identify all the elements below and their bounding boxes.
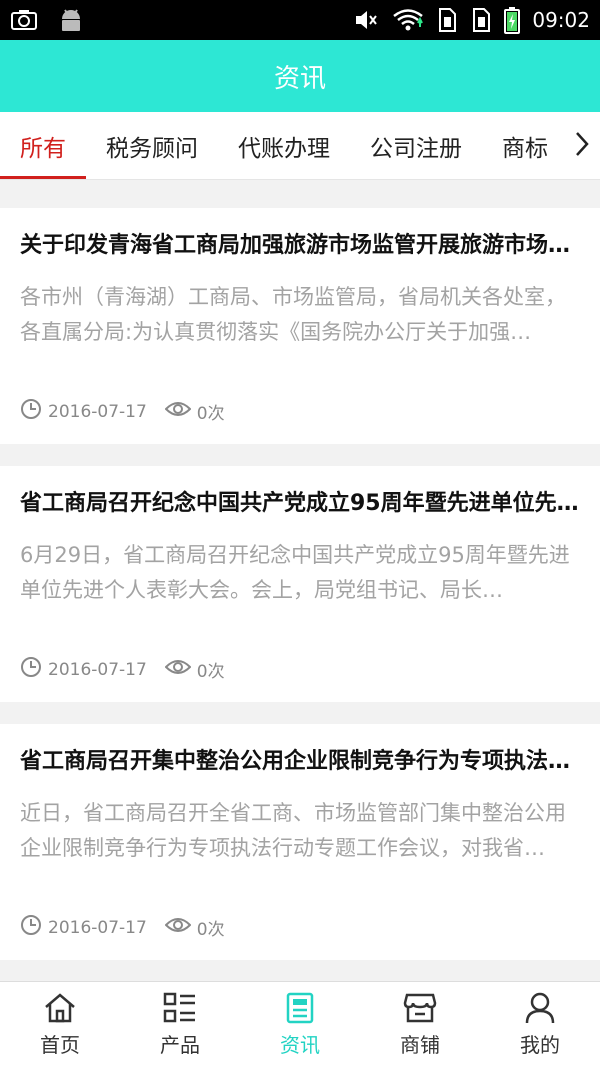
- article-card[interactable]: 关于印发青海省工商局加强旅游市场监管开展旅游市场秩序专项整治工作方案的通知 各市…: [0, 208, 600, 444]
- tab-label: 代账办理: [238, 135, 330, 162]
- nav-label: 商铺: [400, 1033, 440, 1057]
- article-meta: 2016-07-17 0次: [20, 914, 580, 941]
- nav-label: 我的: [520, 1033, 560, 1057]
- eye-icon: [164, 916, 192, 939]
- eye-icon: [164, 400, 192, 423]
- category-tabs: 所有 税务顾问 代账办理 公司注册 商标: [0, 112, 600, 180]
- tab-bookkeeping[interactable]: 代账办理: [218, 112, 350, 179]
- nav-profile[interactable]: 我的: [480, 982, 600, 1067]
- date-meta: 2016-07-17: [20, 398, 147, 425]
- tab-label: 税务顾问: [106, 135, 198, 162]
- wifi-icon: [392, 7, 424, 33]
- article-card[interactable]: 省工商局召开集中整治公用企业限制竞争行为专项执法行动专题工作会议 近日，省工商局…: [0, 724, 600, 960]
- article-card[interactable]: 省工商局召开纪念中国共产党成立95周年暨先进单位先进个人表彰大会 6月29日，省…: [0, 466, 600, 702]
- article-meta: 2016-07-17 0次: [20, 398, 580, 425]
- battery-charging-icon: [504, 6, 521, 34]
- nav-label: 产品: [160, 1033, 200, 1057]
- nav-label: 首页: [40, 1033, 80, 1057]
- article-views: 0次: [196, 404, 225, 424]
- tab-label: 商标: [502, 135, 548, 162]
- sim1-icon: [436, 7, 458, 33]
- status-time: 09:02: [532, 8, 590, 32]
- article-title: 关于印发青海省工商局加强旅游市场监管开展旅游市场秩序专项整治工作方案的通知: [20, 233, 580, 258]
- chevron-right-icon: [574, 130, 590, 162]
- tab-label: 所有: [20, 135, 66, 162]
- tabs-scroll-button[interactable]: [556, 112, 600, 179]
- article-views: 0次: [196, 662, 225, 682]
- article-summary: 各市州（青海湖）工商局、市场监管局，省局机关各处室，各直属分局:为认真贯彻落实《…: [20, 285, 566, 344]
- nav-label: 资讯: [280, 1033, 320, 1057]
- views-meta: 0次: [164, 657, 225, 682]
- nav-home[interactable]: 首页: [0, 982, 120, 1067]
- article-views: 0次: [196, 920, 225, 940]
- nav-products[interactable]: 产品: [120, 982, 240, 1067]
- tab-label: 公司注册: [370, 135, 462, 162]
- article-meta: 2016-07-17 0次: [20, 656, 580, 683]
- tab-all[interactable]: 所有: [0, 112, 86, 179]
- volume-mute-icon: [354, 8, 380, 32]
- nav-shop[interactable]: 商铺: [360, 982, 480, 1067]
- shop-icon: [403, 991, 437, 1025]
- clock-icon: [20, 398, 42, 425]
- article-list: 关于印发青海省工商局加强旅游市场监管开展旅游市场秩序专项整治工作方案的通知 各市…: [0, 208, 600, 982]
- android-icon: [58, 7, 84, 33]
- article-date: 2016-07-17: [48, 401, 147, 422]
- views-meta: 0次: [164, 915, 225, 940]
- eye-icon: [164, 658, 192, 681]
- sim2-icon: [470, 7, 492, 33]
- article-date: 2016-07-17: [48, 917, 147, 938]
- article-title: 省工商局召开纪念中国共产党成立95周年暨先进单位先进个人表彰大会: [20, 491, 580, 516]
- screenshot-icon: [10, 8, 38, 32]
- views-meta: 0次: [164, 399, 225, 424]
- nav-news[interactable]: 资讯: [240, 982, 360, 1067]
- date-meta: 2016-07-17: [20, 656, 147, 683]
- status-bar: 09:02: [0, 0, 600, 40]
- article-summary: 6月29日，省工商局召开纪念中国共产党成立95周年暨先进单位先进个人表彰大会。会…: [20, 543, 570, 602]
- tab-company-registration[interactable]: 公司注册: [350, 112, 482, 179]
- article-date: 2016-07-17: [48, 659, 147, 680]
- bottom-nav: 首页 产品 资讯 商铺 我的: [0, 981, 600, 1067]
- home-icon: [43, 991, 77, 1025]
- tab-tax-advisor[interactable]: 税务顾问: [86, 112, 218, 179]
- article-summary: 近日，省工商局召开全省工商、市场监管部门集中整治公用企业限制竞争行为专项执法行动…: [20, 801, 566, 860]
- date-meta: 2016-07-17: [20, 914, 147, 941]
- clock-icon: [20, 914, 42, 941]
- user-icon: [523, 991, 557, 1025]
- app-header: 资讯: [0, 40, 600, 112]
- article-title: 省工商局召开集中整治公用企业限制竞争行为专项执法行动专题工作会议: [20, 749, 580, 774]
- product-grid-icon: [163, 991, 197, 1025]
- news-icon: [283, 991, 317, 1025]
- page-title: 资讯: [273, 63, 326, 94]
- clock-icon: [20, 656, 42, 683]
